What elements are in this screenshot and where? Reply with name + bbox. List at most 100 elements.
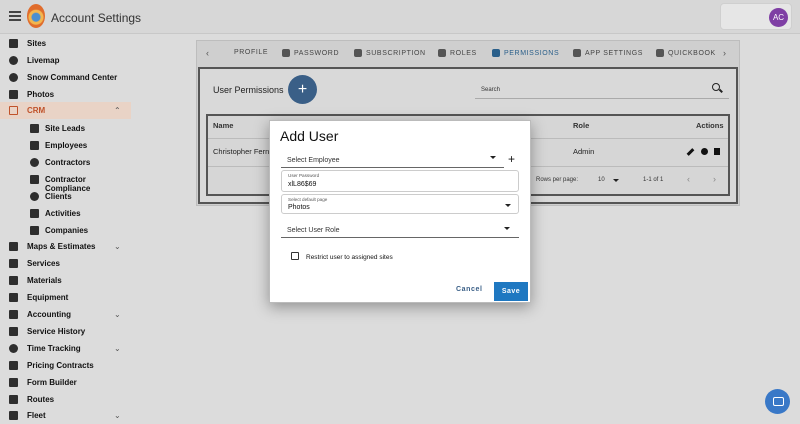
chevron-down-icon: ⌄	[114, 310, 121, 319]
save-button[interactable]: Save	[494, 282, 528, 301]
snowflake-icon	[9, 73, 18, 82]
user-role-select[interactable]: Select User Role	[281, 219, 519, 238]
clock-icon	[9, 344, 18, 353]
sidebar-item-service-history[interactable]: Service History	[0, 323, 131, 340]
tag-icon	[573, 49, 581, 57]
tab-app-settings[interactable]: APP SETTINGS	[573, 49, 643, 57]
table-cell-role: Admin	[573, 147, 595, 156]
chevron-up-icon: ⌃	[114, 106, 121, 115]
chevron-down-icon: ⌄	[114, 242, 121, 251]
roles-icon	[438, 49, 446, 57]
crm-icon	[9, 106, 18, 115]
chevron-right-icon[interactable]: ›	[723, 48, 726, 58]
permissions-icon	[492, 49, 500, 57]
signpost-icon	[9, 395, 18, 404]
globe-icon	[9, 56, 18, 65]
history-icon	[9, 327, 18, 336]
prev-page-icon[interactable]: ‹	[687, 174, 690, 184]
truck-icon	[9, 411, 18, 420]
chevron-down-icon: ⌄	[114, 344, 121, 353]
tab-profile[interactable]: PROFILE	[234, 49, 268, 56]
building-icon	[9, 39, 18, 48]
accounting-icon	[9, 310, 18, 319]
add-user-button[interactable]: +	[288, 75, 317, 104]
app-logo	[27, 4, 45, 28]
image-icon	[9, 90, 18, 99]
sidebar-item-photos[interactable]: Photos	[0, 86, 131, 103]
company-icon	[30, 226, 39, 235]
sidebar-item-crm[interactable]: CRM ⌃	[0, 102, 131, 119]
sidebar-item-fleet[interactable]: Fleet ⌄	[0, 407, 131, 424]
password-icon	[282, 49, 290, 57]
materials-icon	[9, 276, 18, 285]
delete-icon[interactable]	[714, 148, 720, 155]
quickbook-icon	[656, 49, 664, 57]
sidebar-item-accounting[interactable]: Accounting ⌄	[0, 306, 131, 323]
rows-per-page-select[interactable]: 10	[598, 177, 605, 183]
column-header-actions: Actions	[696, 121, 724, 130]
dropdown-arrow-icon	[490, 156, 496, 159]
view-icon[interactable]	[701, 148, 708, 155]
sidebar-item-snow-command-center[interactable]: Snow Command Center	[0, 69, 131, 86]
top-bar: Account Settings AC	[0, 0, 800, 34]
wrench-icon	[9, 259, 18, 268]
equipment-icon	[9, 293, 18, 302]
leads-icon	[30, 124, 39, 133]
settings-tabs: ‹ PROFILE PASSWORD SUBSCRIPTION ROLES PE…	[196, 40, 740, 66]
restrict-sites-checkbox[interactable]	[291, 252, 299, 260]
sidebar-item-site-leads[interactable]: Site Leads	[0, 120, 131, 137]
search-icon[interactable]	[712, 83, 720, 91]
tab-password[interactable]: PASSWORD	[282, 49, 339, 57]
pagination-range: 1-1 of 1	[643, 177, 664, 183]
tab-quickbook[interactable]: QUICKBOOK	[656, 49, 716, 57]
search-input[interactable]	[475, 78, 729, 99]
sidebar-item-employees[interactable]: Employees	[0, 137, 131, 154]
sidebar-item-pricing-contracts[interactable]: Pricing Contracts	[0, 357, 131, 374]
cancel-button[interactable]: Cancel	[456, 286, 483, 293]
sidebar-item-form-builder[interactable]: Form Builder	[0, 374, 131, 391]
page-title: Account Settings	[51, 11, 142, 25]
chevron-down-icon: ⌄	[114, 411, 121, 420]
sidebar-item-livemap[interactable]: Livemap	[0, 52, 131, 69]
tab-permissions[interactable]: PERMISSIONS	[492, 49, 559, 57]
add-employee-icon[interactable]: +	[508, 152, 515, 166]
sidebar-item-equipment[interactable]: Equipment	[0, 289, 131, 306]
sidebar-item-activities[interactable]: Activities	[0, 205, 131, 222]
search-placeholder: Search	[481, 87, 501, 93]
restrict-sites-label: Restrict user to assigned sites	[306, 254, 393, 261]
sidebar-item-time-tracking[interactable]: Time Tracking ⌄	[0, 340, 131, 357]
chevron-left-icon[interactable]: ‹	[206, 48, 209, 58]
permissions-title: User Permissions	[213, 85, 284, 95]
shield-icon	[30, 175, 39, 184]
sidebar-item-clients[interactable]: Clients	[0, 188, 131, 205]
person-icon	[30, 158, 39, 167]
sidebar-item-materials[interactable]: Materials	[0, 272, 131, 289]
next-page-icon[interactable]: ›	[713, 174, 716, 184]
avatar[interactable]: AC	[769, 8, 788, 27]
sidebar-item-contractor-compliance[interactable]: Contractor Compliance	[0, 171, 131, 193]
sidebar-item-services[interactable]: Services	[0, 255, 131, 272]
sidebar-item-companies[interactable]: Companies	[0, 222, 131, 239]
tab-subscription[interactable]: SUBSCRIPTION	[354, 49, 426, 57]
form-icon	[9, 378, 18, 387]
sidebar-item-routes[interactable]: Routes	[0, 391, 131, 408]
sidebar-item-sites[interactable]: Sites	[0, 35, 131, 52]
rows-per-page-label: Rows per page:	[536, 177, 579, 183]
menu-icon[interactable]	[9, 11, 21, 21]
chevron-down-icon	[613, 179, 619, 182]
default-page-select[interactable]: Select default page Photos	[281, 194, 519, 214]
dollar-icon	[9, 361, 18, 370]
user-password-field[interactable]: User Password xlL86$69	[281, 170, 519, 192]
sidebar-item-contractors[interactable]: Contractors	[0, 154, 131, 171]
column-header-role[interactable]: Role	[573, 121, 589, 130]
dropdown-arrow-icon	[505, 204, 511, 207]
chat-support-button[interactable]	[765, 389, 790, 414]
badge-icon	[30, 141, 39, 150]
client-icon	[30, 192, 39, 201]
dropdown-arrow-icon	[504, 227, 510, 230]
tab-roles[interactable]: ROLES	[438, 49, 477, 57]
column-header-name[interactable]: Name	[213, 121, 233, 130]
map-icon	[9, 242, 18, 251]
sidebar-item-maps-estimates[interactable]: Maps & Estimates ⌄	[0, 238, 131, 255]
select-employee-field[interactable]: Select Employee	[281, 149, 504, 168]
